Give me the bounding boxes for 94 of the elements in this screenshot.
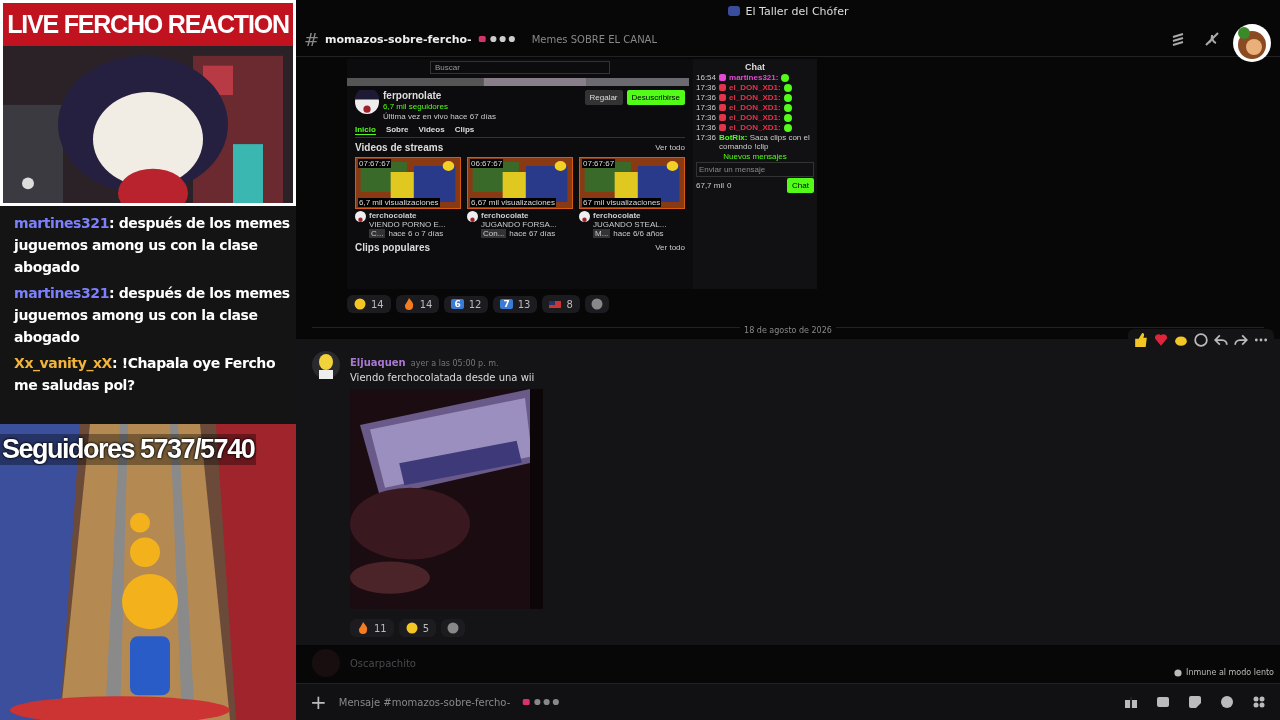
gif-icon[interactable] <box>1156 695 1170 709</box>
new-messages-divider: Nuevos mensajes <box>722 152 788 161</box>
chat-user: martines321: <box>729 73 779 82</box>
profile-avatar <box>355 90 379 114</box>
video-duration: 07:67:67 <box>582 159 616 168</box>
chat-user: el_DON_XD1: <box>729 93 781 102</box>
message-text: Viendo ferchocolatada desde una wii <box>350 372 536 383</box>
fire-icon <box>402 298 415 310</box>
forward-icon[interactable] <box>1234 333 1248 347</box>
follower-goal: Seguidores 5737/5740 <box>0 434 257 465</box>
message-author[interactable]: Eljuaquen <box>350 357 406 368</box>
screenshot-attachment[interactable] <box>347 59 817 289</box>
chat-time: 17:36 <box>696 133 717 142</box>
chat-message: martines321: después de los memes juguemos among us con la clase abogado <box>14 214 291 277</box>
chat-time: 17:36 <box>696 123 717 132</box>
thumbs-up-icon[interactable] <box>1134 333 1148 347</box>
see-all-link[interactable]: Ver todo <box>655 143 685 152</box>
profile-tab[interactable]: Sobre <box>385 125 409 135</box>
chat-input[interactable]: Enviar un mensaje <box>696 162 814 177</box>
flag-icon <box>549 298 562 310</box>
reaction-button[interactable]: 8 <box>542 295 580 313</box>
chat-time: 16:54 <box>696 73 717 82</box>
reaction-button[interactable]: 6 12 <box>444 295 489 313</box>
chat-button[interactable]: Chat <box>787 178 814 193</box>
reaction-button[interactable]: 7 13 <box>493 295 538 313</box>
channel-name: momazos-sobre-fercho- <box>325 32 472 46</box>
video-channel: ferchocolate <box>481 211 530 220</box>
emoji-icons <box>477 34 518 44</box>
message-time: ayer a las 05:00 p. m. <box>410 359 499 368</box>
hash-icon: # <box>304 28 320 50</box>
category-tag: C... <box>369 229 386 238</box>
reaction-button[interactable]: 14 <box>395 295 440 313</box>
slowmode-note: Inmune al modo lento <box>1186 668 1274 677</box>
video-channel: ferchocolate <box>593 211 642 220</box>
chat-time: 17:36 <box>696 103 717 112</box>
chat-title: Chat <box>744 62 766 72</box>
category-tag: Con... <box>481 229 507 238</box>
profile-button[interactable]: Desuscribirse <box>626 90 685 105</box>
video-duration: 07:67:67 <box>358 159 392 168</box>
channel-avatar <box>355 211 366 222</box>
chat-message: Xx_vanity_xX: !Chapala oye Fercho me saludas pol? <box>14 354 277 395</box>
chat-user: el_DON_XD1: <box>729 83 781 92</box>
avatar <box>1232 23 1272 63</box>
chat-message: BotRix: Saca clips con el comando !clip <box>719 133 811 151</box>
search-field: Buscar <box>430 61 610 74</box>
chat-time: 17:36 <box>696 83 717 92</box>
heart-icon[interactable] <box>1154 333 1168 347</box>
video-title: JUGANDO FORSA... <box>481 220 557 229</box>
video-views: 67 mil visualizaciones <box>582 198 662 207</box>
chat-user: el_DON_XD1: <box>729 123 781 132</box>
reaction-button[interactable]: 5 <box>398 619 437 637</box>
video-age: hace 67 días <box>509 229 556 238</box>
viewer-count: 67,7 mil <box>696 181 724 190</box>
points-count: 0 <box>727 181 732 190</box>
profile-tab[interactable]: Videos <box>418 125 445 135</box>
fire-icon <box>357 622 369 634</box>
category-tag: M... <box>593 229 611 238</box>
chat-user: el_DON_XD1: <box>729 113 781 122</box>
video-title: JUGANDO STEAL... <box>593 220 667 229</box>
video-views: 6,7 mil visualizaciones <box>358 198 440 207</box>
channel-avatar <box>467 211 478 222</box>
stream-title: LIVE FERCHO REACTION <box>0 0 296 46</box>
message-composer[interactable]: + Mensaje #momazos-sobre-fercho- <box>296 683 1280 720</box>
window-title: El Taller del Chófer <box>745 4 849 18</box>
follower-count: 6,7 mil seguidores <box>383 102 449 111</box>
section-heading: Videos de streams <box>355 142 444 153</box>
chat-user: el_DON_XD1: <box>729 103 781 112</box>
see-all-link[interactable]: Ver todo <box>655 243 685 252</box>
last-live: Última vez en vivo hace 67 días <box>383 112 496 121</box>
video-duration: 06:67:67 <box>470 159 504 168</box>
add-button[interactable]: + <box>310 690 327 714</box>
server-icon <box>727 6 740 16</box>
chat-message: martines321: después de los memes juguemos among us con la clase abogado <box>14 284 291 347</box>
reaction-button[interactable]: 14 <box>347 295 391 313</box>
profile-name: ferpornolate <box>383 90 443 101</box>
reply-icon[interactable] <box>1214 333 1228 347</box>
chat-time: 17:36 <box>696 113 717 122</box>
video-age: hace 6 o 7 días <box>388 229 444 238</box>
user-avatar <box>312 351 340 379</box>
reaction-button[interactable]: 11 <box>350 619 394 637</box>
section-heading: Clips populares <box>355 242 430 253</box>
profile-button[interactable]: Regalar <box>584 90 623 105</box>
video-channel: ferchocolate <box>369 211 418 220</box>
chat-time: 17:36 <box>696 93 717 102</box>
video-views: 6,67 mil visualizaciones <box>470 198 557 207</box>
sticker-icon[interactable] <box>1188 695 1202 709</box>
profile-tab[interactable]: Inicio <box>355 125 376 135</box>
message-placeholder: Mensaje #momazos-sobre-fercho- <box>338 696 511 708</box>
apps-icon[interactable] <box>1252 695 1266 709</box>
channel-topic: Memes SOBRE EL CANAL <box>531 33 658 45</box>
channel-avatar <box>579 211 590 222</box>
video-title: VIENDO PORNO E... <box>369 220 446 229</box>
profile-tab[interactable]: Clips <box>454 125 475 135</box>
video-age: hace 6/6 años <box>613 229 664 238</box>
